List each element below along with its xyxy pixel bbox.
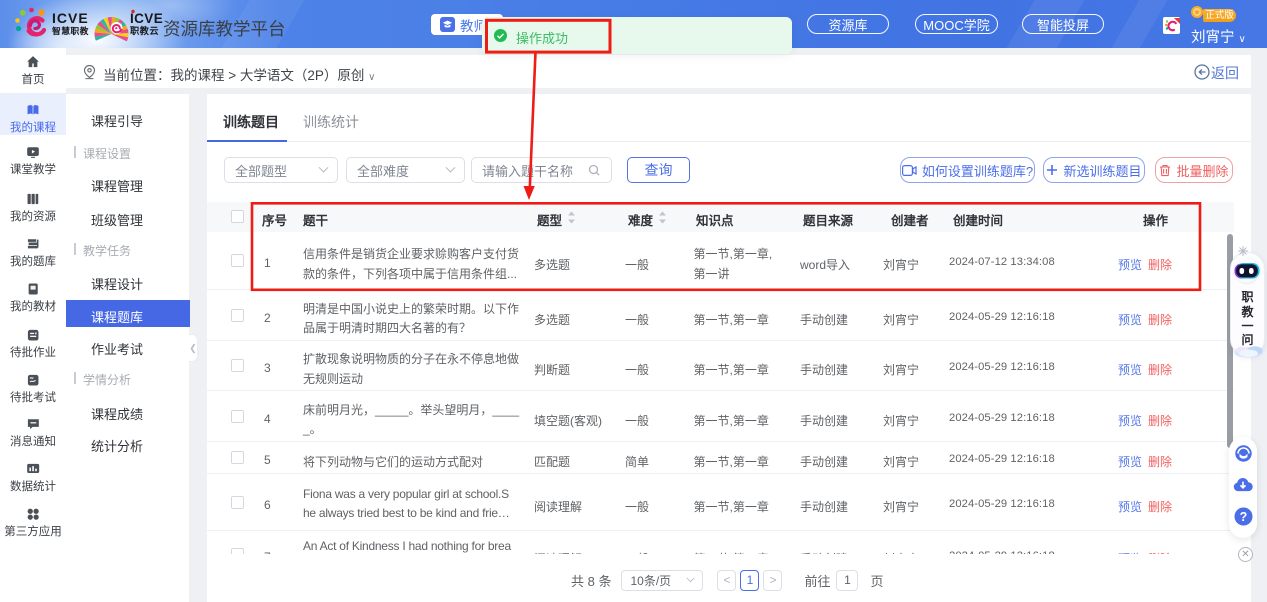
svg-text:智慧职教: 智慧职教 <box>52 25 89 36</box>
svg-text:?: ? <box>1239 509 1247 523</box>
svg-text:职教云: 职教云 <box>130 25 159 36</box>
svg-text:ICVE: ICVE <box>130 11 163 26</box>
svg-text:ICVE: ICVE <box>52 10 89 26</box>
